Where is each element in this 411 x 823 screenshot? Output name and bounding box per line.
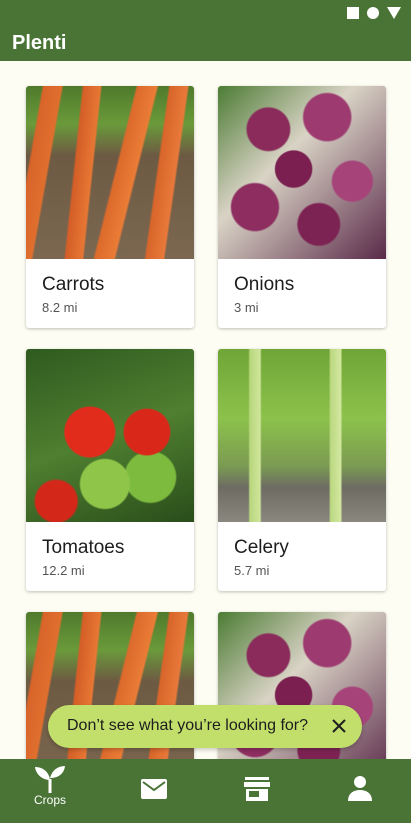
sprout-icon: [35, 766, 65, 793]
crop-image-tomatoes: [26, 349, 194, 522]
crop-name: Onions: [234, 274, 295, 295]
snackbar-text: Don’t see what you’re looking for?: [67, 717, 309, 734]
triangle-icon: [387, 7, 401, 19]
app-bar: Plenti: [0, 26, 411, 61]
status-bar: [0, 0, 411, 26]
crop-name: Celery: [234, 537, 289, 558]
crop-card-celery[interactable]: Celery 5.7 mi: [218, 349, 386, 591]
crop-image-celery: [218, 349, 386, 522]
store-icon: [244, 777, 270, 801]
crop-card-tomatoes[interactable]: Tomatoes 12.2 mi: [26, 349, 194, 591]
close-icon[interactable]: [328, 715, 350, 737]
crop-distance: 12.2 mi: [42, 563, 85, 578]
nav-item-profile[interactable]: [310, 759, 410, 823]
crop-name: Tomatoes: [42, 537, 125, 558]
mail-icon: [141, 779, 167, 799]
nav-item-market[interactable]: [207, 759, 307, 823]
crop-card-carrots[interactable]: Carrots 8.2 mi: [26, 86, 194, 328]
crop-name: Carrots: [42, 274, 105, 295]
nav-item-crops[interactable]: Crops: [0, 759, 100, 823]
nav-item-messages[interactable]: [104, 759, 204, 823]
bottom-navigation: Crops: [0, 759, 411, 823]
person-icon: [348, 776, 372, 801]
nav-label-crops: Crops: [33, 793, 66, 807]
crop-distance: 5.7 mi: [234, 563, 270, 578]
crop-distance: 3 mi: [234, 300, 259, 315]
crop-distance: 8.2 mi: [42, 300, 78, 315]
suggestion-snackbar[interactable]: Don’t see what you’re looking for?: [48, 705, 362, 748]
square-icon: [347, 7, 359, 19]
system-status-icons: [347, 7, 401, 19]
crop-image-onions: [218, 86, 386, 259]
app-title: Plenti: [12, 32, 67, 54]
crop-image-carrots: [26, 86, 194, 259]
crops-grid[interactable]: Carrots 8.2 mi Onions 3 mi Tomatoes 12.2…: [0, 61, 411, 759]
circle-icon: [367, 7, 379, 19]
crop-card-onions[interactable]: Onions 3 mi: [218, 86, 386, 328]
